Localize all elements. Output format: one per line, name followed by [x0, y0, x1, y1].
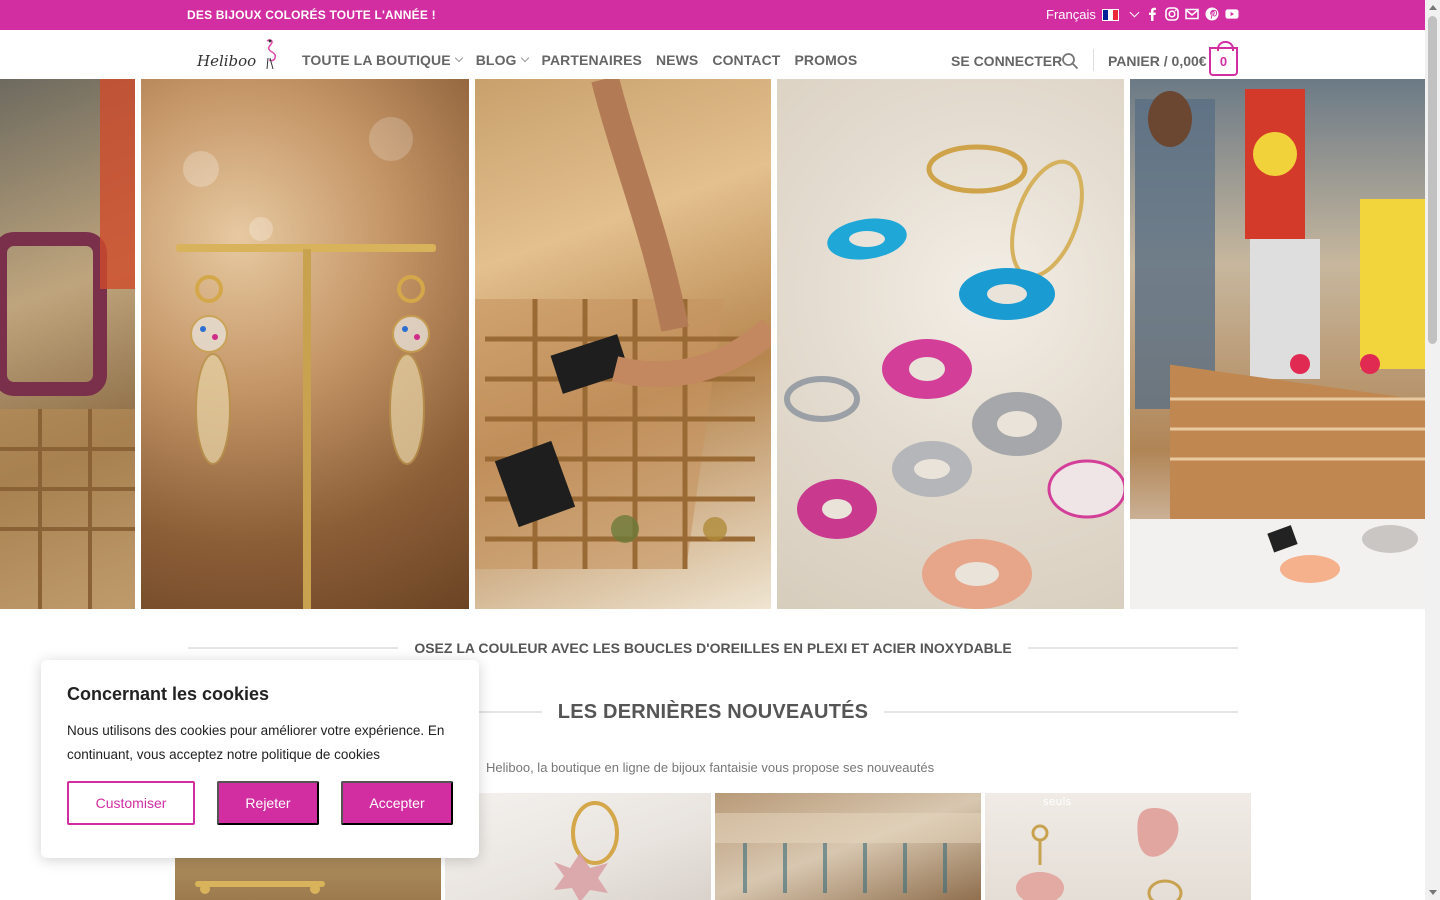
- flamingo-icon: [266, 39, 277, 70]
- market-customers-photo[interactable]: [1130, 79, 1425, 609]
- nav-item-promos[interactable]: PROMOS: [794, 52, 857, 68]
- cart-link[interactable]: PANIER / 0,00€: [1108, 53, 1207, 69]
- cart-bag-icon[interactable]: 0: [1209, 41, 1238, 76]
- tagline-section: OSEZ LA COULEUR AVEC LES BOUCLES D'OREIL…: [188, 639, 1239, 657]
- nav-label: BLOG: [475, 52, 517, 68]
- nav-label: CONTACT: [712, 52, 781, 68]
- nav-label: PROMOS: [794, 52, 858, 68]
- nav-item-news[interactable]: NEWS: [656, 52, 698, 68]
- hero-gallery: [0, 79, 1425, 609]
- top-announcement-bar: DES BIJOUX COLORÉS TOUTE L'ANNÉE ! Franç…: [0, 0, 1425, 30]
- language-switcher[interactable]: Français: [1046, 7, 1140, 22]
- product-image-3[interactable]: [715, 793, 981, 900]
- announcement-text: DES BIJOUX COLORÉS TOUTE L'ANNÉE !: [187, 8, 436, 22]
- cookie-banner: Concernant les cookies Nous utilisons de…: [41, 660, 479, 858]
- cart-count: 0: [1219, 54, 1228, 69]
- site-logo[interactable]: Heliboo: [197, 38, 282, 70]
- nav-item-partenaires[interactable]: PARTENAIRES: [542, 52, 642, 68]
- new-products-subtitle: Heliboo, la boutique en ligne de bijoux …: [486, 760, 935, 775]
- product-overlay-text: seuls: [1043, 795, 1072, 808]
- reject-cookies-button[interactable]: Rejeter: [217, 781, 319, 825]
- language-label: Français: [1046, 7, 1096, 22]
- chevron-down-icon: [1129, 7, 1140, 18]
- youtube-icon[interactable]: [1225, 7, 1239, 21]
- instagram-icon[interactable]: [1165, 7, 1179, 21]
- new-products-title: LES DERNIÈRES NOUVEAUTÉS: [557, 700, 869, 723]
- email-icon[interactable]: [1185, 7, 1199, 21]
- header-divider: [1093, 49, 1094, 71]
- plexi-rings-photo[interactable]: [777, 79, 1124, 609]
- market-stall-photo[interactable]: [0, 79, 135, 609]
- nav-item-boutique[interactable]: TOUTE LA BOUTIQUE: [302, 52, 463, 68]
- jewelry-tray-photo[interactable]: [475, 79, 771, 609]
- nav-label: PARTENAIRES: [541, 52, 642, 68]
- social-links: [1145, 7, 1239, 21]
- scroll-down-arrow-icon[interactable]: [1429, 890, 1437, 895]
- facebook-icon[interactable]: [1145, 7, 1159, 21]
- french-flag-icon: [1101, 8, 1119, 21]
- main-header: Heliboo TOUTE LA BOUTIQUE BLOG PARTENAIR…: [0, 30, 1425, 79]
- cookie-text: Nous utilisons des cookies pour améliore…: [67, 723, 445, 762]
- page-scrollbar[interactable]: [1425, 0, 1440, 900]
- nav-item-contact[interactable]: CONTACT: [712, 52, 780, 68]
- logo-text: Heliboo: [197, 52, 257, 70]
- customize-cookies-button[interactable]: Customiser: [67, 781, 195, 825]
- product-image-2[interactable]: [445, 793, 711, 900]
- scroll-up-arrow-icon[interactable]: [1429, 5, 1437, 10]
- chevron-down-icon: [520, 53, 529, 63]
- product-image-4[interactable]: seuls: [985, 793, 1251, 900]
- cookie-title: Concernant les cookies: [67, 684, 270, 704]
- search-icon[interactable]: [1061, 52, 1079, 70]
- chevron-down-icon: [454, 53, 463, 63]
- tagline-title: OSEZ LA COULEUR AVEC LES BOUCLES D'OREIL…: [414, 640, 1012, 656]
- main-nav: TOUTE LA BOUTIQUE BLOG PARTENAIRES NEWS …: [302, 52, 871, 68]
- divider-line: [1027, 647, 1239, 649]
- earrings-on-stand-photo[interactable]: [141, 79, 469, 609]
- divider-line: [884, 711, 1238, 713]
- pinterest-icon[interactable]: [1205, 7, 1219, 21]
- nav-item-blog[interactable]: BLOG: [475, 52, 529, 68]
- login-link[interactable]: SE CONNECTER: [951, 53, 1062, 69]
- accept-cookies-button[interactable]: Accepter: [341, 781, 453, 825]
- scrollbar-thumb[interactable]: [1428, 16, 1437, 344]
- nav-label: TOUTE LA BOUTIQUE: [302, 52, 451, 68]
- nav-label: NEWS: [655, 52, 699, 68]
- divider-line: [188, 647, 399, 649]
